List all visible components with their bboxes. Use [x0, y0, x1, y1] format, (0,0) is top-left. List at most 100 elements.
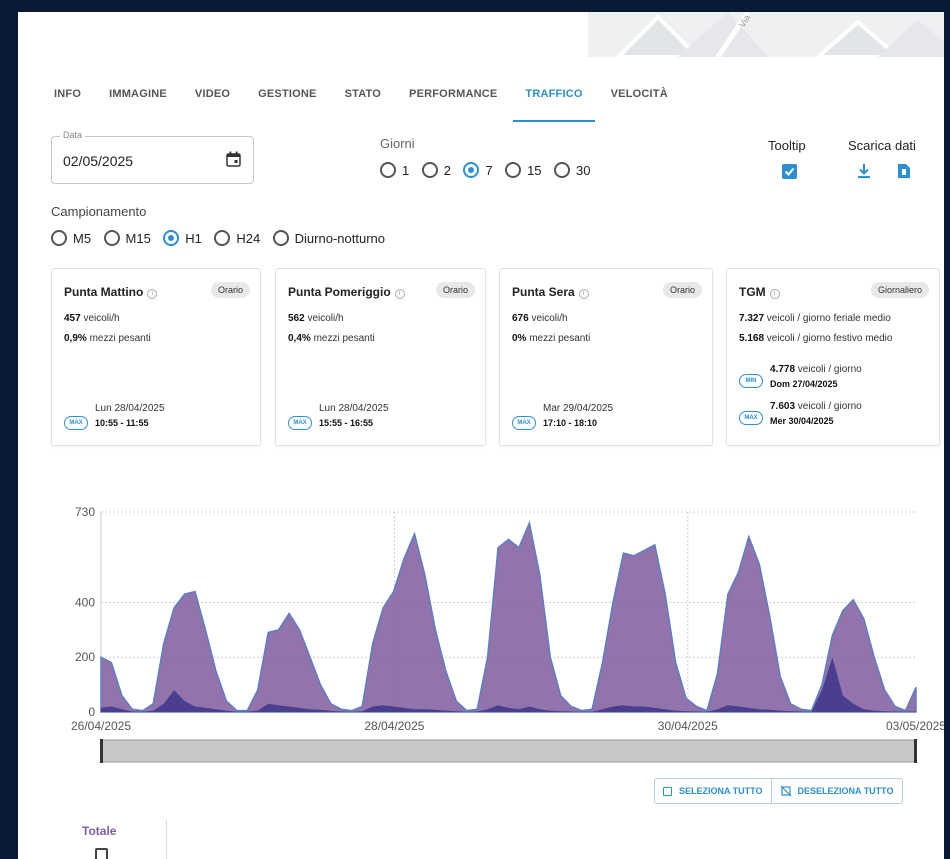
card-line-pesanti: 0,4% mezzi pesanti	[288, 333, 375, 344]
radio-icon[interactable]	[380, 162, 396, 178]
tgm-max-date: Mer 30/04/2025	[770, 416, 834, 426]
camp-option-label: Diurno-notturno	[294, 230, 385, 246]
tab-immagine[interactable]: IMMAGINE	[109, 82, 181, 122]
y-tick-label: 400	[75, 595, 95, 609]
card-value: 562	[288, 313, 305, 324]
min-pill: MIN	[739, 374, 763, 388]
tab-velocita[interactable]: VELOCITÀ	[611, 82, 682, 122]
camp-option-label: H24	[236, 230, 261, 246]
radio-selected-icon[interactable]	[463, 162, 480, 178]
giorni-option-label: 2	[443, 162, 451, 178]
max-pill: MAX	[739, 411, 763, 425]
card-line-pesanti: 0% mezzi pesanti	[512, 333, 590, 344]
card-title-text: Punta Pomeriggio	[288, 285, 391, 299]
status-badge: Orario	[435, 282, 475, 298]
radio-icon[interactable]	[51, 230, 67, 246]
card-title: TGM i	[739, 285, 780, 299]
card-title-text: Punta Mattino	[64, 285, 144, 299]
giorni-label: Giorni	[380, 136, 415, 151]
card-unit: mezzi pesanti	[526, 333, 591, 344]
card-line-pesanti: 0,9% mezzi pesanti	[64, 333, 151, 344]
date-field-value[interactable]: 02/05/2025	[63, 153, 133, 169]
card-unit: veicoli / giorno feriale medio	[764, 313, 891, 324]
range-navigator[interactable]	[100, 739, 917, 763]
campionamento-label: Campionamento	[51, 204, 147, 219]
select-all-label: SELEZIONA TUTTO	[679, 786, 763, 796]
radio-icon[interactable]	[214, 230, 231, 246]
map-thumbnail[interactable]: Via	[588, 12, 944, 57]
giorni-option-7[interactable]: 7	[463, 162, 493, 178]
camp-option-h24[interactable]: H24	[214, 230, 260, 246]
radio-icon[interactable]	[553, 162, 570, 178]
legend-totale-label: Totale	[82, 824, 117, 838]
giorni-option-1[interactable]: 1	[380, 162, 409, 178]
radio-icon[interactable]	[421, 162, 438, 178]
legend-divider	[166, 820, 167, 859]
scarica-dati-label: Scarica dati	[848, 138, 916, 153]
camp-option-m5[interactable]: M5	[51, 230, 91, 246]
info-icon[interactable]: i	[578, 289, 589, 299]
tooltip-label: Tooltip	[768, 138, 806, 153]
camp-option-diurno-notturno[interactable]: Diurno-notturno	[272, 230, 385, 246]
calendar-icon[interactable]	[226, 151, 241, 167]
card-value: 7.327	[739, 313, 765, 324]
giorni-option-30[interactable]: 30	[553, 162, 590, 178]
deselect-all-icon	[780, 785, 791, 797]
y-tick-label: 0	[88, 705, 95, 719]
tab-gestione[interactable]: GESTIONE	[258, 82, 330, 122]
deselect-all-button[interactable]: DESELEZIONA TUTTO	[770, 779, 902, 803]
camp-option-label: M5	[73, 230, 92, 246]
tab-performance[interactable]: PERFORMANCE	[409, 82, 511, 122]
tab-stato[interactable]: STATO	[345, 82, 395, 122]
tgm-min-line: 4.778 veicoli / giorno	[770, 364, 862, 375]
tooltip-checkbox[interactable]	[782, 164, 797, 179]
date-field[interactable]: Data 02/05/2025	[51, 130, 254, 184]
x-tick-label: 26/04/2025	[71, 719, 131, 733]
camera-panel: Via INFO IMMAGINE VIDEO GESTIONE STATO P…	[18, 12, 944, 859]
info-icon[interactable]: i	[147, 289, 158, 299]
legend-totale-checkbox[interactable]	[95, 848, 108, 859]
camp-option-label: H1	[185, 230, 202, 246]
x-tick-label: 30/04/2025	[658, 719, 718, 733]
y-tick-label: 730	[75, 505, 95, 519]
info-icon[interactable]: i	[394, 289, 405, 299]
status-badge: Orario	[662, 282, 702, 298]
x-tick-label: 03/05/2025	[886, 719, 944, 733]
card-title-text: TGM	[739, 285, 766, 299]
card-max-time: 15:55 - 16:55	[319, 418, 374, 428]
select-all-icon	[663, 786, 672, 796]
radio-selected-icon[interactable]	[163, 230, 180, 246]
info-icon[interactable]: i	[769, 289, 780, 299]
camp-option-h1[interactable]: H1	[163, 230, 202, 246]
navigator-track	[100, 739, 917, 763]
radio-icon[interactable]	[505, 162, 522, 178]
tab-traffico[interactable]: TRAFFICO	[513, 82, 596, 122]
max-pill: MAX	[288, 416, 312, 430]
giorni-option-2[interactable]: 2	[421, 162, 451, 178]
card-max-time: 10:55 - 11:55	[95, 418, 149, 428]
radio-icon[interactable]	[103, 230, 120, 246]
traffic-chart[interactable]: 0 200 400 730 26/04/2025 28/04/2025 30/04/202…	[18, 482, 944, 782]
max-pill: MAX	[64, 416, 88, 430]
giorni-option-label: 7	[485, 162, 493, 178]
map-roads	[615, 12, 944, 57]
card-value: 4.778	[770, 364, 796, 375]
tab-video[interactable]: VIDEO	[195, 82, 244, 122]
card-punta-mattino: Punta Mattino i Orario 457 veicoli/h 0,9%…	[51, 268, 261, 446]
card-value: 7.603	[770, 401, 796, 412]
x-tick-label: 28/04/2025	[364, 719, 424, 733]
camp-option-m15[interactable]: M15	[103, 230, 151, 246]
navigator-handle-right	[914, 739, 917, 763]
card-max-date: Mar 29/04/2025	[543, 403, 614, 414]
card-unit: veicoli / giorno	[795, 401, 862, 412]
download-icon[interactable]	[857, 163, 871, 179]
max-pill: MAX	[512, 416, 536, 430]
select-all-button[interactable]: SELEZIONA TUTTO	[655, 779, 771, 803]
campionamento-radio-group: M5 M15 H1 H24 Diurno-notturno	[51, 230, 393, 251]
excel-file-icon[interactable]	[897, 163, 911, 179]
giorni-option-15[interactable]: 15	[505, 162, 542, 178]
card-value: 457	[64, 313, 81, 324]
tab-info[interactable]: INFO	[54, 82, 95, 122]
radio-icon[interactable]	[272, 230, 289, 246]
background-top	[0, 0, 950, 12]
